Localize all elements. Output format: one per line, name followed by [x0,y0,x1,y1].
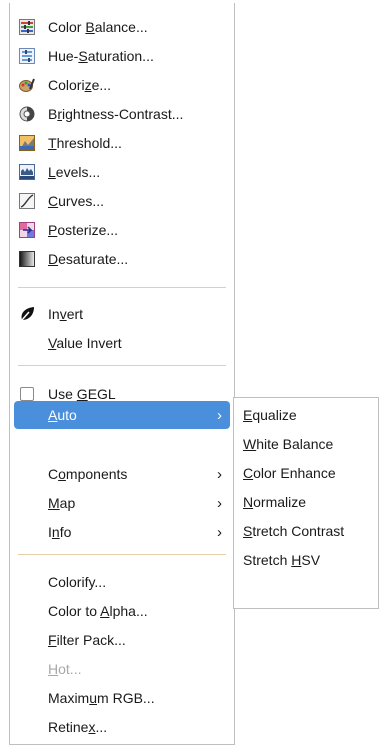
menu-item-maximum-rgb[interactable]: Maximum RGB... [10,684,234,712]
menu-item-threshold[interactable]: Threshold... [10,129,234,157]
menu-item-label: Colorify... [48,574,107,590]
menu-item-label: Posterize... [48,222,119,238]
menu-item-label: Threshold... [48,135,122,151]
menu-item-label: Desaturate... [48,251,129,267]
brightness-contrast-icon [19,106,35,122]
menu-item-label: Colorize... [48,77,112,93]
colors-menu: Color Balance... Hue-Saturation... Color… [9,3,235,745]
menu-item-hot: Hot... [10,655,234,683]
menu-item-label: Retinex... [48,719,108,735]
chevron-right-icon: › [217,523,222,541]
submenu-item-white-balance[interactable]: White Balance [234,430,378,458]
chevron-right-icon: › [217,494,222,512]
invert-icon [19,306,35,322]
menu-item-hue-saturation[interactable]: Hue-Saturation... [10,42,234,70]
menu-item-filter-pack[interactable]: Filter Pack... [10,626,234,654]
posterize-icon [19,222,35,238]
menu-item-brightness-contrast[interactable]: Brightness-Contrast... [10,100,234,128]
menu-item-label: Auto [48,407,77,423]
menu-item-invert[interactable]: Invert [10,300,234,328]
separator [18,554,226,555]
menu-item-label: Normalize [243,494,307,510]
menu-item-label: Use GEGL [48,386,116,402]
menu-item-label: Info [48,524,72,540]
menu-item-label: Levels... [48,164,101,180]
menu-item-components[interactable]: Components › [10,460,234,488]
submenu-item-color-enhance[interactable]: Color Enhance [234,459,378,487]
menu-item-colorize[interactable]: Colorize... [10,71,234,99]
menu-item-color-to-alpha[interactable]: Color to Alpha... [10,597,234,625]
menu-item-levels[interactable]: Levels... [10,158,234,186]
desaturate-icon [19,251,35,267]
menu-item-label: Curves... [48,193,105,209]
curves-icon [19,193,35,209]
menu-item-auto[interactable]: Auto › [14,401,230,429]
levels-icon [19,164,35,180]
separator [18,287,226,288]
separator [18,365,226,366]
menu-item-color-balance[interactable]: Color Balance... [10,13,234,41]
submenu-item-stretch-hsv[interactable]: Stretch HSV [234,546,378,574]
checkbox-unchecked-icon[interactable] [19,386,35,402]
menu-item-label: Brightness-Contrast... [48,106,184,122]
menu-item-colorify[interactable]: Colorify... [10,568,234,596]
menu-item-label: Color Balance... [48,19,148,35]
menu-item-retinex[interactable]: Retinex... [10,713,234,741]
chevron-right-icon: › [217,406,222,424]
menu-item-desaturate[interactable]: Desaturate... [10,245,234,273]
menu-item-label: Stretch HSV [243,552,321,568]
submenu-item-stretch-contrast[interactable]: Stretch Contrast [234,517,378,545]
menu-item-label: Stretch Contrast [243,523,345,539]
colorize-icon [19,77,35,93]
menu-item-label: Hot... [48,661,82,677]
menu-item-label: Hue-Saturation... [48,48,154,64]
menu-item-label: Color Enhance [243,465,336,481]
menu-item-label: Map [48,495,76,511]
auto-submenu: Equalize White Balance Color Enhance Nor… [233,397,379,609]
submenu-item-equalize[interactable]: Equalize [234,401,378,429]
menu-item-label: Equalize [243,407,297,423]
menu-item-label: White Balance [243,436,334,452]
submenu-item-normalize[interactable]: Normalize [234,488,378,516]
menu-item-posterize[interactable]: Posterize... [10,216,234,244]
menu-item-label: Filter Pack... [48,632,126,648]
menu-item-label: Maximum RGB... [48,690,155,706]
menu-item-map[interactable]: Map › [10,489,234,517]
hue-saturation-icon [19,48,35,64]
chevron-right-icon: › [217,465,222,483]
menu-item-label: Invert [48,306,84,322]
threshold-icon [19,135,35,151]
menu-item-label: Value Invert [48,335,122,351]
menu-item-label: Components [48,466,128,482]
menu-item-curves[interactable]: Curves... [10,187,234,215]
menu-item-info[interactable]: Info › [10,518,234,546]
menu-item-value-invert[interactable]: Value Invert [10,329,234,357]
menu-item-label: Color to Alpha... [48,603,148,619]
color-balance-icon [19,19,35,35]
